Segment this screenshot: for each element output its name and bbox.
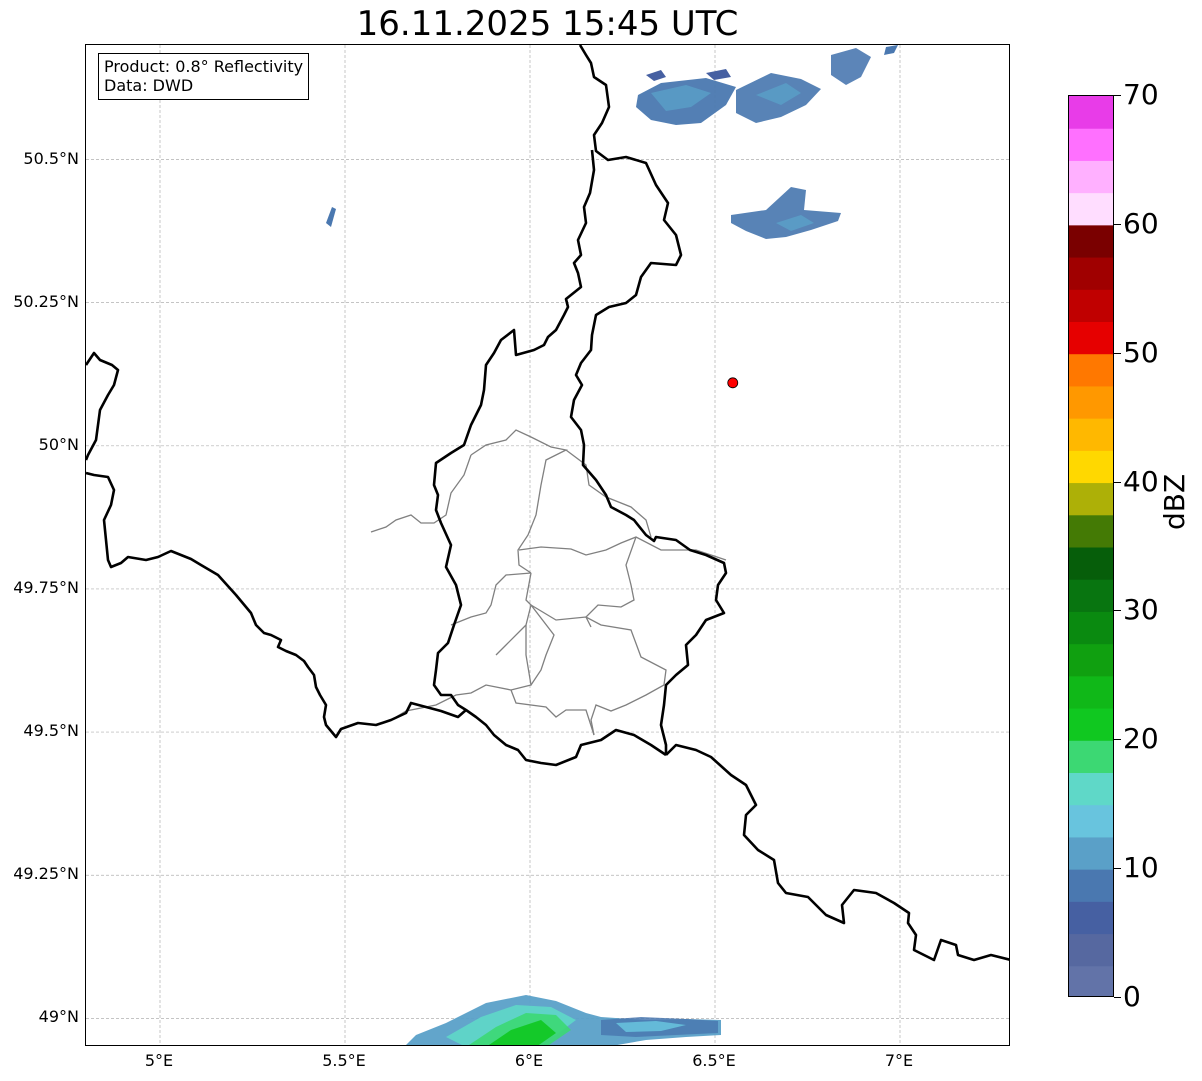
colorbar-segment [1069, 547, 1113, 580]
canton-borders [370, 429, 727, 736]
colorbar-segment [1069, 869, 1113, 902]
colorbar-segment [1069, 740, 1113, 773]
colorbar-segment [1069, 128, 1113, 161]
colorbar-segment [1069, 289, 1113, 322]
colorbar-segment [1069, 160, 1113, 194]
colorbar-tick-label: 20 [1123, 722, 1159, 756]
colorbar-tick-label: 10 [1123, 851, 1159, 885]
country-borders [86, 45, 1009, 962]
colorbar-segment [1069, 933, 1113, 967]
colorbar-segment [1069, 353, 1113, 387]
colorbar-tick-label: 60 [1123, 206, 1159, 240]
echo-cluster-east [731, 187, 841, 239]
echo-cluster-north [636, 45, 898, 125]
colorbar-segment [1069, 257, 1113, 290]
lon-tick-label: 6°E [514, 1051, 544, 1070]
echo-cluster-south [406, 995, 721, 1045]
radar-map[interactable] [85, 44, 1010, 1046]
colorbar-tick-label: 50 [1123, 335, 1159, 369]
graticule [86, 45, 1009, 1045]
colorbar-segment [1069, 96, 1113, 129]
colorbar-segment [1069, 450, 1113, 484]
colorbar [1068, 95, 1114, 997]
lon-tick-label: 6.5°E [692, 1051, 736, 1070]
product-label: Product: 0.8° Reflectivity [104, 57, 304, 76]
colorbar-tick-label: 40 [1123, 464, 1159, 498]
map-title: 16.11.2025 15:45 UTC [356, 4, 739, 44]
colorbar-segment [1069, 192, 1113, 226]
colorbar-segment [1069, 514, 1113, 548]
lat-tick-label: 49°N [38, 1007, 79, 1027]
lat-tick-label: 49.5°N [23, 721, 79, 741]
colorbar-segment [1069, 804, 1113, 838]
colorbar-gradient [1069, 96, 1113, 996]
data-source-label: Data: DWD [104, 76, 194, 95]
radar-map-canvas [86, 45, 1009, 1045]
colorbar-segment [1069, 836, 1113, 870]
echo-cluster-west [326, 207, 336, 227]
colorbar-tickmark [1114, 739, 1121, 741]
colorbar-tickmark [1114, 481, 1121, 483]
colorbar-segment [1069, 901, 1113, 935]
colorbar-segment [1069, 611, 1113, 645]
colorbar-segment [1069, 385, 1113, 419]
colorbar-tickmark [1114, 223, 1121, 225]
colorbar-label: dBZ [1158, 473, 1191, 530]
colorbar-segment [1069, 418, 1113, 451]
lat-tick-label: 50°N [38, 434, 79, 454]
lat-tick-label: 50.25°N [13, 291, 79, 311]
colorbar-tickmark [1114, 352, 1121, 354]
lon-tick-label: 5.5°E [322, 1051, 366, 1070]
colorbar-tickmark [1114, 868, 1121, 870]
radar-site-marker[interactable] [727, 377, 739, 389]
colorbar-tick-label: 70 [1123, 78, 1159, 111]
colorbar-segment [1069, 224, 1113, 258]
lat-tick-label: 49.75°N [13, 577, 79, 597]
colorbar-tick-label: 0 [1123, 980, 1141, 1013]
lon-tick-label: 7°E [884, 1051, 914, 1070]
colorbar-tickmark [1114, 95, 1121, 96]
colorbar-segment [1069, 772, 1113, 806]
colorbar-tick-label: 30 [1123, 593, 1159, 627]
colorbar-tickmark [1114, 997, 1121, 998]
colorbar-tickmark [1114, 610, 1121, 612]
lon-tick-label: 5°E [144, 1051, 174, 1070]
colorbar-segment [1069, 482, 1113, 516]
colorbar-segment [1069, 675, 1113, 709]
colorbar-segment [1069, 643, 1113, 677]
product-info-box: Product: 0.8° Reflectivity Data: DWD [98, 53, 310, 100]
lat-tick-label: 49.25°N [13, 864, 79, 884]
lat-tick-label: 50.5°N [23, 148, 79, 168]
reflectivity-echoes [326, 45, 898, 1045]
colorbar-segment [1069, 321, 1113, 355]
colorbar-segment [1069, 579, 1113, 612]
colorbar-segment [1069, 965, 1113, 996]
colorbar-segment [1069, 708, 1113, 741]
